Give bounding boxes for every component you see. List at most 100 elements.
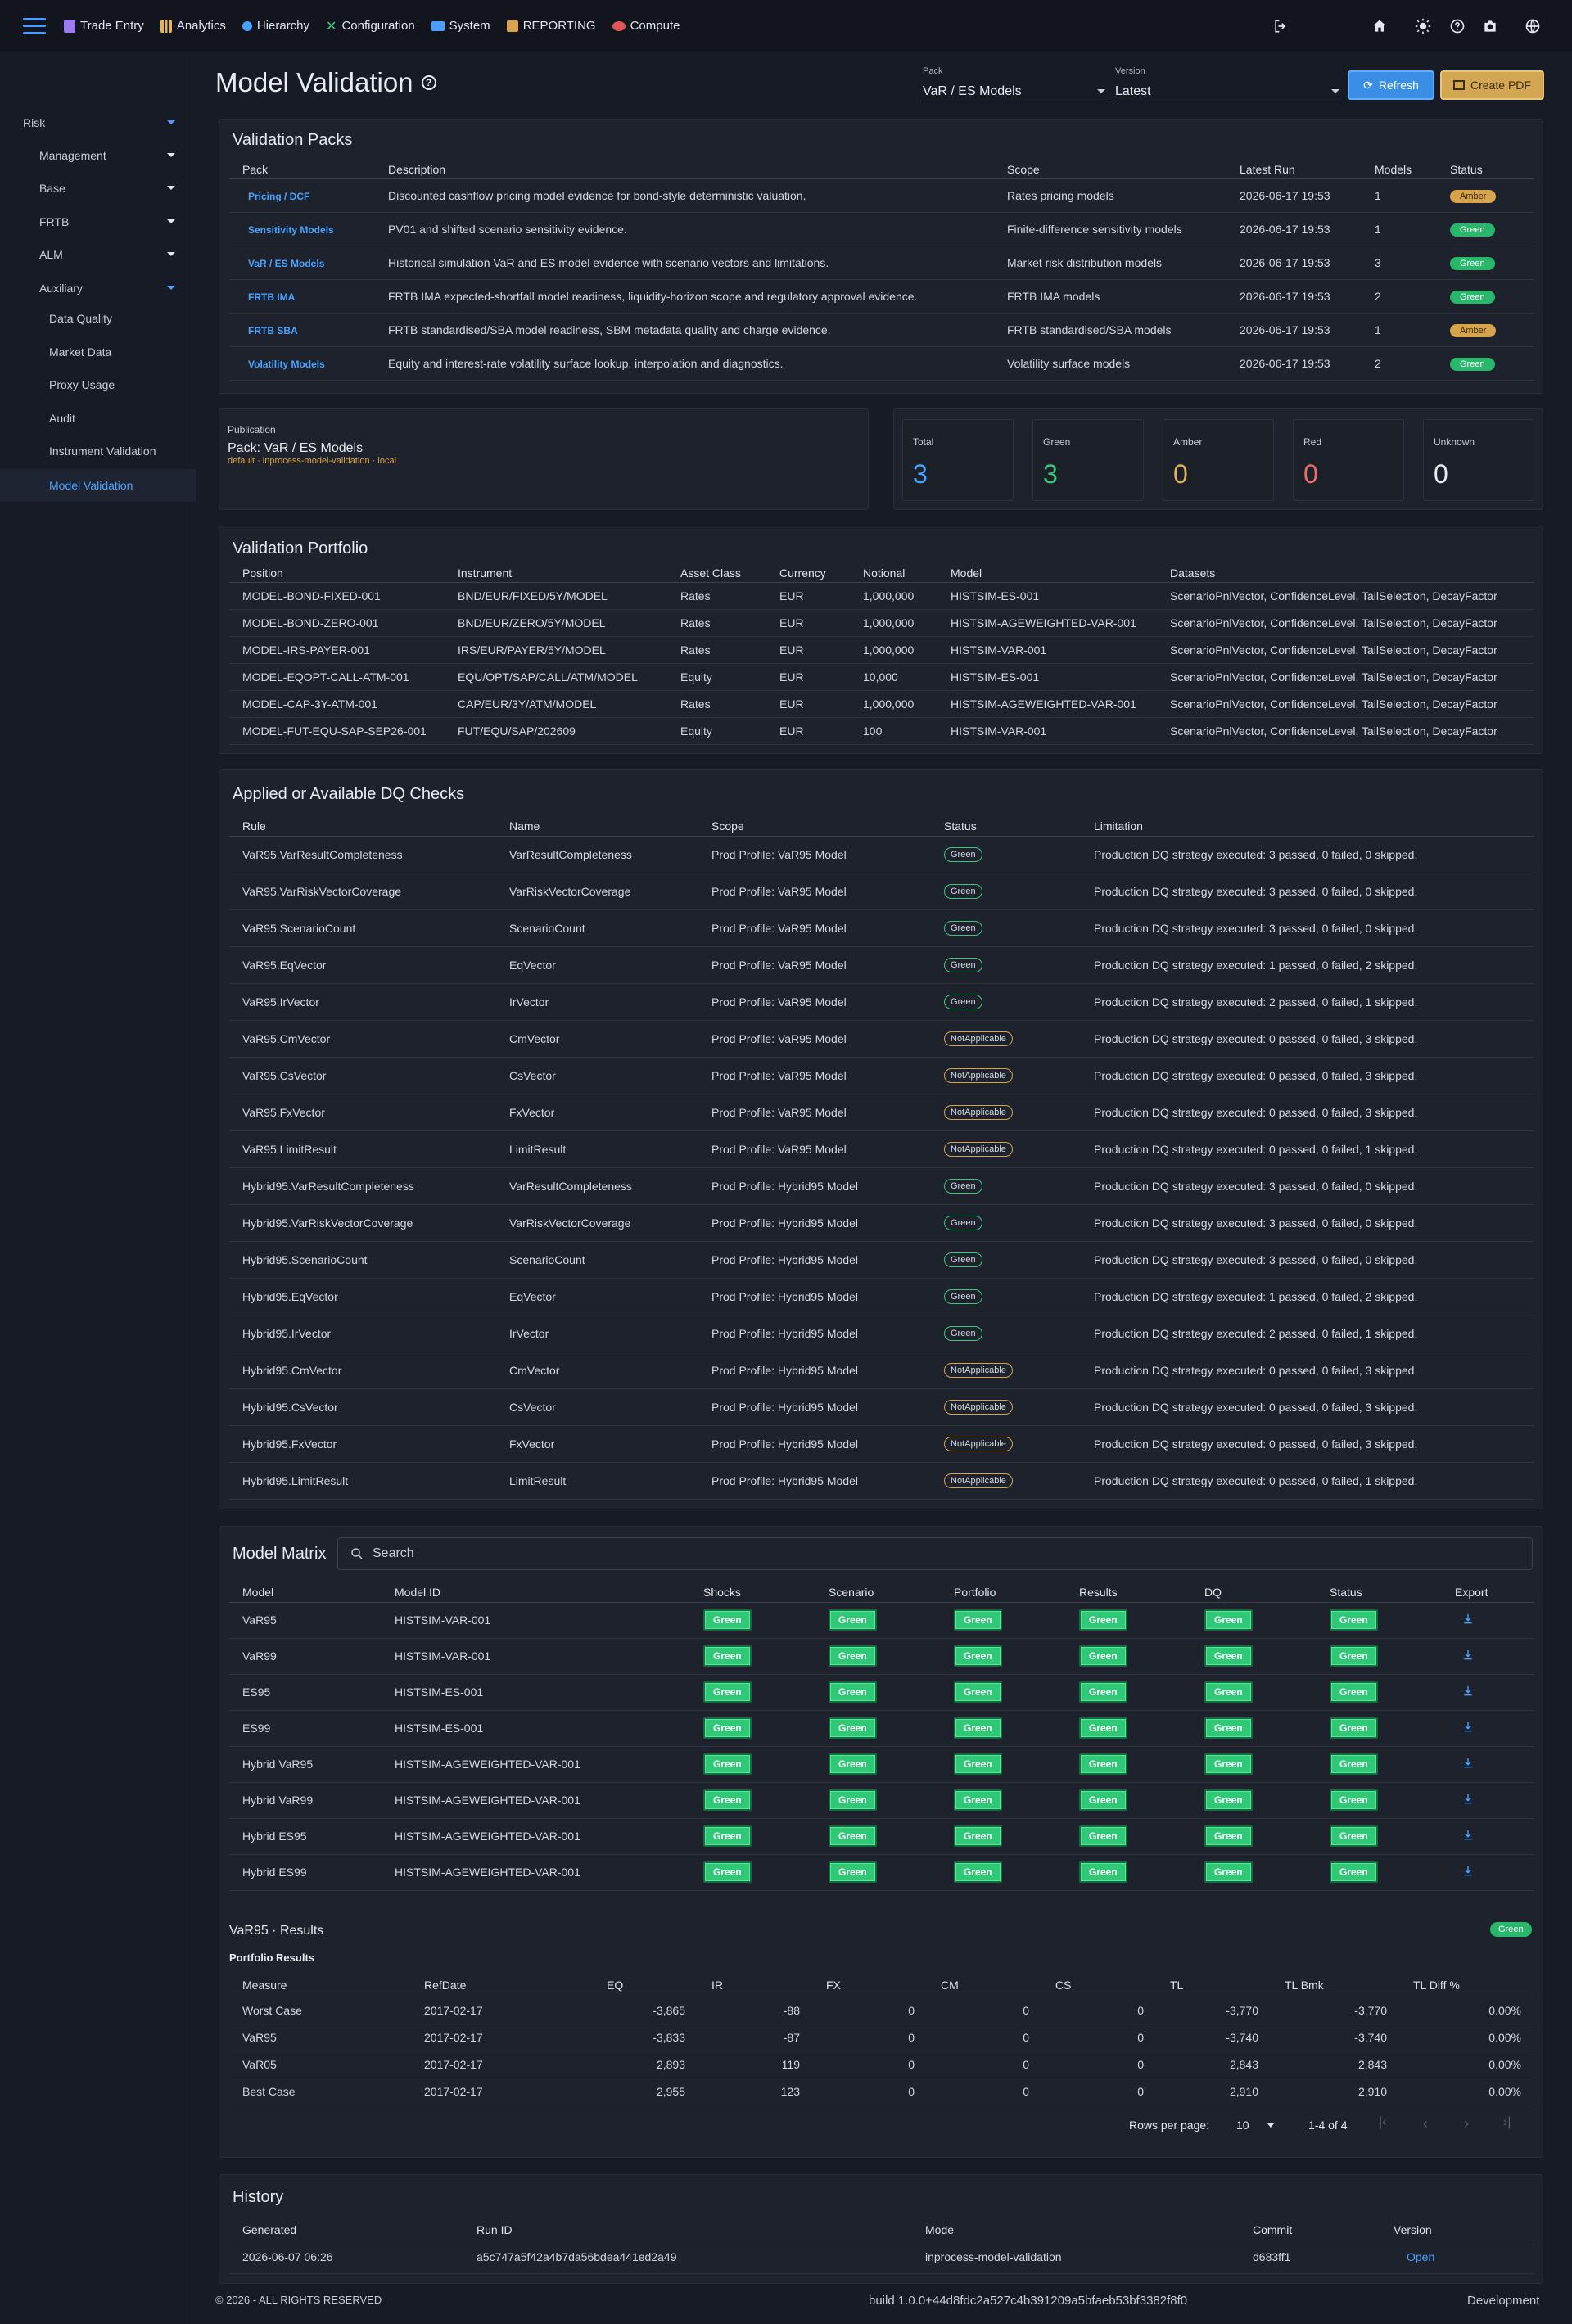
status-cell-button[interactable]: Green bbox=[703, 1609, 752, 1631]
status-cell-button[interactable]: Green bbox=[954, 1717, 1002, 1739]
search-input[interactable]: Search bbox=[337, 1537, 1533, 1570]
table-row[interactable]: Hybrid ES99 HISTSIM-AGEWEIGHTED-VAR-001 Gr… bbox=[229, 1854, 1534, 1891]
status-cell-button[interactable]: Green bbox=[703, 1861, 752, 1883]
help-icon[interactable] bbox=[1449, 18, 1466, 34]
version-select[interactable]: Latest bbox=[1115, 81, 1343, 102]
sidebar-item-base[interactable]: Base bbox=[39, 179, 196, 197]
status-cell-button[interactable]: Green bbox=[1079, 1717, 1127, 1739]
download-icon[interactable] bbox=[1461, 1866, 1475, 1880]
sidebar-item-audit[interactable]: Audit bbox=[49, 412, 75, 425]
rows-per-page-select[interactable]: 10 bbox=[1236, 2119, 1274, 2132]
status-cell-button[interactable]: Green bbox=[703, 1645, 752, 1667]
nav-hierarchy[interactable]: Hierarchy bbox=[242, 19, 309, 33]
status-cell-button[interactable]: Green bbox=[703, 1717, 752, 1739]
status-cell-button[interactable]: Green bbox=[954, 1645, 1002, 1667]
sidebar-item-alm[interactable]: ALM bbox=[39, 246, 196, 264]
pack-link[interactable]: Sensitivity Models bbox=[242, 224, 334, 236]
status-cell-button[interactable]: Green bbox=[954, 1681, 1002, 1703]
table-row[interactable]: Pricing / DCF Discounted cashflow pricing… bbox=[229, 178, 1534, 213]
table-row[interactable]: Hybrid VaR99 HISTSIM-AGEWEIGHTED-VAR-001 G… bbox=[229, 1782, 1534, 1819]
status-cell-button[interactable]: Green bbox=[1330, 1753, 1378, 1775]
sidebar-item-model-validation[interactable]: Model Validation bbox=[0, 469, 196, 502]
status-cell-button[interactable]: Green bbox=[829, 1789, 877, 1811]
theme-icon[interactable] bbox=[1415, 18, 1431, 34]
status-cell-button[interactable]: Green bbox=[1079, 1861, 1127, 1883]
nav-reporting[interactable]: REPORTING bbox=[506, 19, 596, 33]
prev-page-icon[interactable]: ‹ bbox=[1423, 2115, 1428, 2132]
help-icon[interactable]: ? bbox=[421, 75, 436, 90]
refresh-button[interactable]: ⟳ Refresh bbox=[1348, 70, 1434, 100]
download-icon[interactable] bbox=[1461, 1758, 1475, 1772]
table-row[interactable]: ES99 HISTSIM-ES-001 Green Green Green Green Gr… bbox=[229, 1710, 1534, 1747]
status-cell-button[interactable]: Green bbox=[703, 1753, 752, 1775]
status-cell-button[interactable]: Green bbox=[954, 1789, 1002, 1811]
status-cell-button[interactable]: Green bbox=[1079, 1753, 1127, 1775]
menu-icon[interactable] bbox=[23, 17, 46, 34]
table-row[interactable]: Volatility Models Equity and interest-rat… bbox=[229, 346, 1534, 381]
table-row[interactable]: VaR95 HISTSIM-VAR-001 Green Green Green Green… bbox=[229, 1602, 1534, 1639]
table-row[interactable]: Sensitivity Models PV01 and shifted scena… bbox=[229, 212, 1534, 246]
status-cell-button[interactable]: Green bbox=[829, 1645, 877, 1667]
sidebar-item-auxiliary[interactable]: Auxiliary bbox=[39, 279, 196, 297]
download-icon[interactable] bbox=[1461, 1649, 1475, 1664]
status-cell-button[interactable]: Green bbox=[954, 1825, 1002, 1847]
pack-link[interactable]: Pricing / DCF bbox=[242, 191, 309, 202]
globe-icon[interactable] bbox=[1525, 18, 1541, 34]
table-row[interactable]: Hybrid ES95 HISTSIM-AGEWEIGHTED-VAR-001 Gr… bbox=[229, 1818, 1534, 1855]
sidebar-item-frtb[interactable]: FRTB bbox=[39, 213, 196, 231]
status-cell-button[interactable]: Green bbox=[829, 1753, 877, 1775]
status-cell-button[interactable]: Green bbox=[1330, 1645, 1378, 1667]
table-row[interactable]: FRTB IMA FRTB IMA expected-shortfall mode… bbox=[229, 279, 1534, 314]
camera-icon[interactable] bbox=[1482, 18, 1498, 34]
logout-icon[interactable] bbox=[1272, 18, 1289, 34]
pack-link[interactable]: VaR / ES Models bbox=[242, 258, 324, 269]
status-cell-button[interactable]: Green bbox=[1079, 1825, 1127, 1847]
sidebar-item-instrument-validation[interactable]: Instrument Validation bbox=[49, 444, 156, 458]
download-icon[interactable] bbox=[1461, 1830, 1475, 1844]
open-link[interactable]: Open bbox=[1407, 2250, 1434, 2263]
status-cell-button[interactable]: Green bbox=[1330, 1789, 1378, 1811]
next-page-icon[interactable]: › bbox=[1464, 2115, 1469, 2132]
download-icon[interactable] bbox=[1461, 1794, 1475, 1808]
table-row[interactable]: Hybrid VaR95 HISTSIM-AGEWEIGHTED-VAR-001 G… bbox=[229, 1746, 1534, 1783]
last-page-icon[interactable]: ›| bbox=[1503, 2115, 1511, 2130]
sidebar-item-proxy-usage[interactable]: Proxy Usage bbox=[49, 378, 115, 391]
status-cell-button[interactable]: Green bbox=[1204, 1825, 1253, 1847]
status-cell-button[interactable]: Green bbox=[1204, 1861, 1253, 1883]
sidebar-item-data-quality[interactable]: Data Quality bbox=[49, 312, 112, 325]
nav-analytics[interactable]: Analytics bbox=[160, 19, 226, 33]
table-row[interactable]: FRTB SBA FRTB standardised/SBA model read… bbox=[229, 313, 1534, 347]
table-row[interactable]: ES95 HISTSIM-ES-001 Green Green Green Green Gr… bbox=[229, 1674, 1534, 1711]
sidebar-item-risk[interactable]: Risk bbox=[23, 114, 196, 132]
home-icon[interactable] bbox=[1371, 18, 1388, 34]
status-cell-button[interactable]: Green bbox=[1330, 1825, 1378, 1847]
sidebar-item-management[interactable]: Management bbox=[39, 147, 196, 165]
status-cell-button[interactable]: Green bbox=[829, 1609, 877, 1631]
status-cell-button[interactable]: Green bbox=[829, 1681, 877, 1703]
download-icon[interactable] bbox=[1461, 1613, 1475, 1628]
first-page-icon[interactable]: |‹ bbox=[1379, 2115, 1386, 2130]
status-cell-button[interactable]: Green bbox=[1204, 1609, 1253, 1631]
status-cell-button[interactable]: Green bbox=[1079, 1681, 1127, 1703]
nav-trade-entry[interactable]: Trade Entry bbox=[64, 19, 144, 33]
status-cell-button[interactable]: Green bbox=[1330, 1609, 1378, 1631]
status-cell-button[interactable]: Green bbox=[1204, 1753, 1253, 1775]
status-cell-button[interactable]: Green bbox=[954, 1861, 1002, 1883]
status-cell-button[interactable]: Green bbox=[1079, 1789, 1127, 1811]
pack-link[interactable]: Volatility Models bbox=[242, 359, 325, 370]
status-cell-button[interactable]: Green bbox=[1330, 1681, 1378, 1703]
create-pdf-button[interactable]: Create PDF bbox=[1440, 70, 1544, 100]
pack-link[interactable]: FRTB IMA bbox=[242, 291, 295, 303]
nav-system[interactable]: System bbox=[431, 19, 490, 33]
status-cell-button[interactable]: Green bbox=[1204, 1681, 1253, 1703]
status-cell-button[interactable]: Green bbox=[1204, 1717, 1253, 1739]
status-cell-button[interactable]: Green bbox=[1204, 1789, 1253, 1811]
status-cell-button[interactable]: Green bbox=[954, 1609, 1002, 1631]
sidebar-item-market-data[interactable]: Market Data bbox=[49, 345, 111, 359]
status-cell-button[interactable]: Green bbox=[1330, 1717, 1378, 1739]
nav-compute[interactable]: Compute bbox=[612, 19, 680, 33]
status-cell-button[interactable]: Green bbox=[954, 1753, 1002, 1775]
table-row[interactable]: VaR / ES Models Historical simulation VaR… bbox=[229, 246, 1534, 280]
download-icon[interactable] bbox=[1461, 1722, 1475, 1736]
pack-select[interactable]: VaR / ES Models bbox=[923, 81, 1109, 102]
